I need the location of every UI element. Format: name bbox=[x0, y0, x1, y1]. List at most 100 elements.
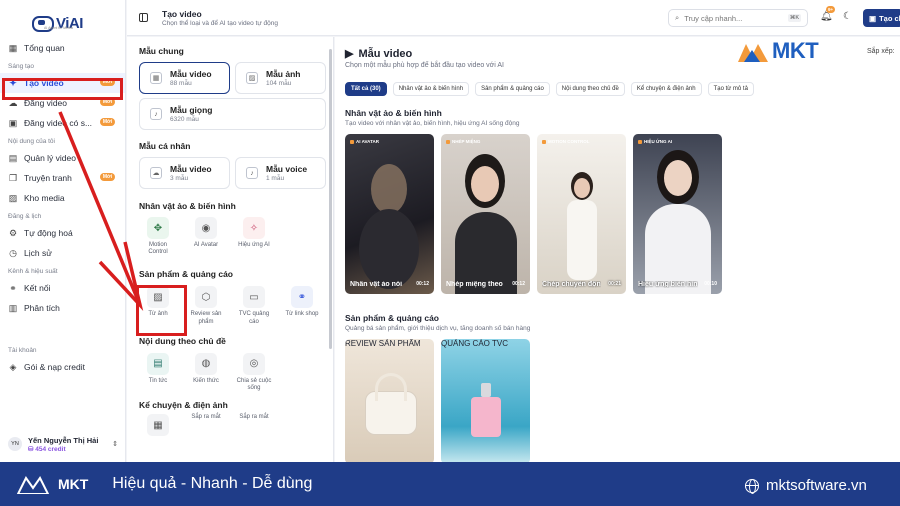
card-personal-video[interactable]: ☁ Mẫu video 3 mẫu bbox=[139, 157, 230, 189]
user-profile[interactable]: YN Yến Nguyễn Thị Hải ⛁ 454 credit ⇕ bbox=[0, 426, 126, 462]
thumbnail-figure bbox=[567, 200, 597, 280]
nav-section-title: Nội dung của tôi bbox=[8, 138, 55, 145]
video-card[interactable]: QUẢNG CÁO TVC bbox=[441, 339, 530, 462]
clock-icon: ◷ bbox=[9, 247, 17, 258]
sidebar-item-label: Phân tích bbox=[24, 303, 60, 313]
tool-story-3[interactable]: Sắp ra mắt bbox=[235, 414, 273, 436]
sort-label[interactable]: Sắp xếp: bbox=[867, 48, 895, 55]
filter-chip-avatar[interactable]: Nhân vật ảo & biến hình bbox=[392, 82, 470, 96]
filter-chip-topic[interactable]: Nội dung theo chủ đề bbox=[555, 82, 625, 96]
thumbnail-figure bbox=[359, 209, 419, 289]
grid-icon: ▦ bbox=[8, 42, 18, 53]
video-tag: MOTION CONTROL bbox=[542, 139, 590, 144]
tool-tvc-ad[interactable]: ▭ TVC quảng cáo bbox=[235, 286, 273, 325]
section-title-story: Kể chuyện & điện ảnh bbox=[139, 400, 228, 411]
sidebar-item-label: Lịch sử bbox=[24, 248, 52, 258]
video-tag: NHÉP MIỆNG bbox=[446, 139, 480, 144]
video-card[interactable]: MOTION CONTROL Chép chuyển độn 00:21 bbox=[537, 134, 626, 294]
tool-story-1[interactable]: ▦ bbox=[139, 414, 177, 437]
sidebar-item-media-library[interactable]: ▨ Kho media bbox=[0, 188, 125, 208]
thumbnail-figure bbox=[664, 160, 692, 196]
card-personal-voice[interactable]: ♪ Mẫu voice 1 mẫu bbox=[235, 157, 326, 189]
moon-icon[interactable]: ☾ bbox=[843, 11, 852, 22]
quick-search-input[interactable]: ⌕ Truy cập nhanh... ⌘K bbox=[668, 9, 808, 27]
app-logo[interactable]: ViAI bbox=[0, 0, 125, 36]
card-count: 3 mẫu bbox=[170, 175, 189, 182]
tool-label: Hiệu ứng AI bbox=[238, 242, 270, 248]
sidebar-item-connect[interactable]: ⚭ Kết nối bbox=[0, 278, 125, 298]
video-icon: ▣ bbox=[8, 117, 18, 128]
sidebar-item-plans[interactable]: ◈ Gói & nạp credit bbox=[0, 357, 125, 377]
film-icon: ▤ bbox=[8, 152, 18, 163]
thumbnail-figure bbox=[471, 166, 499, 202]
filter-chip-all[interactable]: Tất cả (30) bbox=[345, 82, 387, 96]
tool-product-review[interactable]: ⬡ Review sản phẩm bbox=[187, 286, 225, 325]
group-title-avatar: Nhân vật ảo & biến hình bbox=[345, 108, 442, 118]
tool-from-shop-link[interactable]: ⚭ Từ link shop bbox=[283, 286, 321, 325]
video-row-avatar: AI AVATAR Nhân vật ảo nói 00:12 NHÉP MIỆ… bbox=[345, 134, 722, 294]
page-title: Tạo video bbox=[162, 8, 202, 19]
clapper-icon: ▦ bbox=[147, 414, 169, 437]
filter-chip-from-prompt[interactable]: Tạo từ mô tả bbox=[707, 82, 754, 96]
nav-section-title: Tài khoản bbox=[8, 347, 37, 354]
sidebar-item-label: Kết nối bbox=[24, 283, 51, 293]
nav-section-title: Sáng tạo bbox=[8, 63, 35, 70]
user-name: Yến Nguyễn Thị Hải bbox=[28, 435, 99, 445]
create-button[interactable]: ▣ Tạo cl bbox=[863, 9, 900, 27]
tool-knowledge[interactable]: ◍ Kiến thức bbox=[187, 352, 225, 392]
card-video-templates[interactable]: ▦ Mẫu video 88 mẫu bbox=[139, 62, 230, 94]
section-title-topic: Nội dung theo chủ đề bbox=[139, 335, 226, 346]
sidebar-item-analytics[interactable]: ▥ Phân tích bbox=[0, 298, 125, 318]
tool-ai-avatar[interactable]: ◉ AI Avatar bbox=[187, 217, 225, 256]
video-duration: 00:10 bbox=[704, 281, 717, 287]
user-credit: ⛁ 454 credit bbox=[28, 445, 66, 453]
sparkle-icon: ✧ bbox=[243, 217, 265, 239]
sidebar-item-history[interactable]: ◷ Lịch sử bbox=[0, 243, 125, 263]
video-card[interactable]: AI AVATAR Nhân vật ảo nói 00:12 bbox=[345, 134, 434, 294]
globe-icon: ◍ bbox=[195, 352, 217, 375]
filter-chip-product[interactable]: Sản phẩm & quảng cáo bbox=[475, 82, 550, 96]
tool-story-2[interactable]: Sắp ra mắt bbox=[187, 414, 225, 436]
wallet-icon: ◈ bbox=[9, 361, 17, 372]
website-text: mktsoftware.vn bbox=[766, 477, 867, 494]
video-tag: REVIEW SẢN PHẨM bbox=[345, 339, 421, 348]
gallery-title: ▶ Mẫu video bbox=[345, 47, 412, 61]
card-voice-templates[interactable]: ♪ Mẫu giọng 6320 mẫu bbox=[139, 98, 326, 130]
group-subtitle-avatar: Tạo video với nhân vật ảo, biến hình, hi… bbox=[345, 120, 520, 127]
sidebar-item-post-video-2[interactable]: ▣ Đăng video có s... Mới bbox=[0, 113, 125, 133]
sidebar-item-automation[interactable]: ⚙ Tự động hoá bbox=[0, 223, 125, 243]
move-icon: ✥ bbox=[147, 217, 169, 239]
tool-ai-effects[interactable]: ✧ Hiệu ứng AI bbox=[235, 217, 273, 256]
automation-icon: ⚙ bbox=[8, 227, 18, 238]
card-name: Mẫu giọng bbox=[170, 105, 213, 115]
link-icon: ⚭ bbox=[9, 282, 17, 293]
card-name: Mẫu voice bbox=[266, 164, 308, 174]
credit-value: 454 credit bbox=[35, 445, 66, 453]
sidebar-item-comics[interactable]: ❐ Truyện tranh Mới bbox=[0, 168, 125, 188]
tool-label: Review sản phẩm bbox=[190, 311, 222, 325]
video-card[interactable]: NHÉP MIỆNG Nhép miệng theo 00:12 bbox=[441, 134, 530, 294]
sidebar-item-overview[interactable]: ▦ Tổng quan bbox=[0, 38, 125, 58]
tool-life-share[interactable]: ◎ Chia sẻ cuộc sống bbox=[235, 352, 273, 392]
coming-soon-badge: Sắp ra mắt bbox=[191, 414, 221, 421]
video-card[interactable]: HIỆU ỨNG AI Hiệu ứng biến hìn 00:10 bbox=[633, 134, 722, 294]
panel-scrollbar[interactable] bbox=[329, 49, 332, 349]
page-heading: Tạo video Chọn thể loại và để AI tạo vid… bbox=[162, 9, 278, 27]
tool-motion-control[interactable]: ✥ Motion Control bbox=[139, 217, 177, 256]
tool-news[interactable]: ▤ Tin tức bbox=[139, 352, 177, 392]
video-caption: Nhân vật ảo nói bbox=[350, 281, 403, 288]
logo-sub: AI Agent for Media bbox=[44, 26, 73, 30]
footer-logo-text: MKT bbox=[58, 476, 89, 492]
card-image-templates[interactable]: ▨ Mẫu ảnh 104 mẫu bbox=[235, 62, 326, 94]
gallery-subtitle: Chọn một mẫu phù hợp để bắt đầu tạo vide… bbox=[345, 62, 505, 69]
group-subtitle-product: Quảng bá sản phẩm, giới thiệu dịch vụ, t… bbox=[345, 325, 531, 332]
box-icon: ⬡ bbox=[195, 286, 217, 309]
sidebar-toggle-icon[interactable] bbox=[139, 13, 148, 22]
video-card[interactable]: REVIEW SẢN PHẨM bbox=[345, 339, 434, 462]
footer-website[interactable]: mktsoftware.vn bbox=[745, 477, 867, 494]
highlight-box-create-video bbox=[2, 78, 123, 100]
video-tag: HIỆU ỨNG AI bbox=[638, 139, 672, 144]
filter-chip-story[interactable]: Kể chuyện & điện ảnh bbox=[630, 82, 702, 96]
sidebar-item-manage-video[interactable]: ▤ Quản lý video bbox=[0, 148, 125, 168]
template-category-panel: Mẫu chung ▦ Mẫu video 88 mẫu ▨ Mẫu ảnh 104… bbox=[127, 37, 334, 462]
